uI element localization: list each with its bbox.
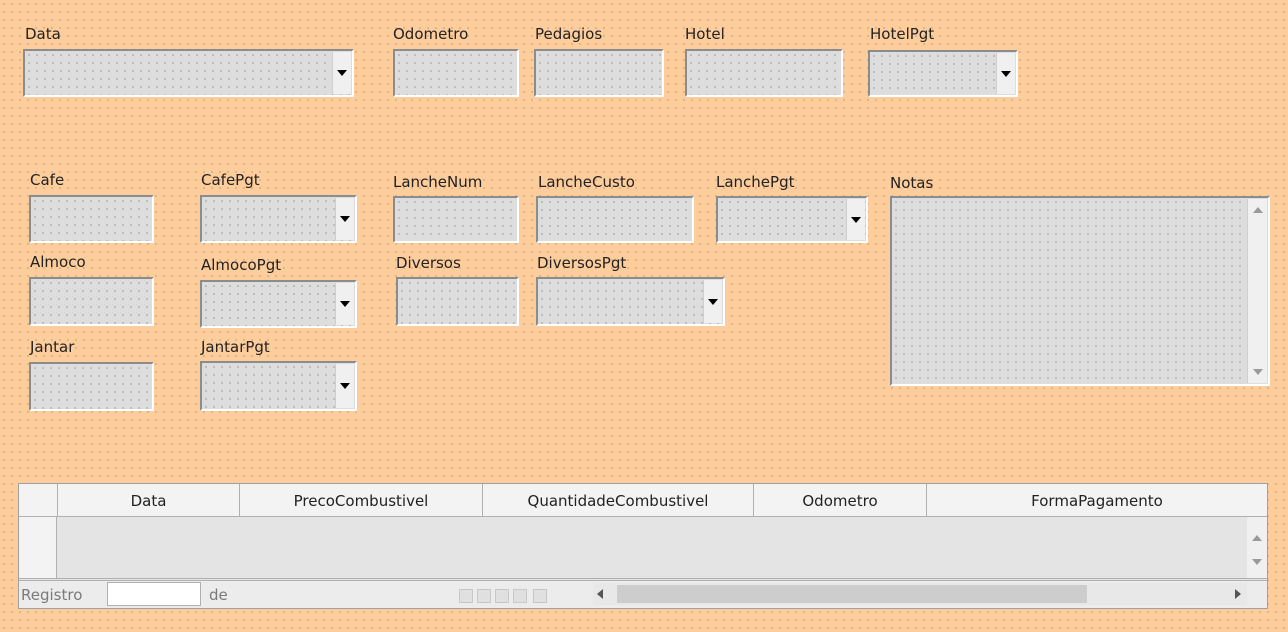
lanchecusto-field[interactable]	[536, 196, 694, 243]
hotel-field[interactable]	[685, 49, 843, 97]
lanchepgt-label: LanchePgt	[716, 173, 795, 191]
column-header-odometro[interactable]: Odometro	[753, 484, 926, 517]
hotelpgt-dropdown-icon[interactable]	[996, 53, 1015, 94]
record-label: Registro	[21, 586, 83, 604]
almocopgt-combobox[interactable]	[200, 280, 357, 328]
cafe-field[interactable]	[29, 195, 154, 243]
record-navigation-bar: Registro de	[19, 580, 1267, 608]
diversos-label: Diversos	[396, 254, 461, 272]
column-header-quantidadecombustivel[interactable]: QuantidadeCombustivel	[482, 484, 753, 517]
notas-textarea[interactable]	[890, 196, 1270, 386]
lanchepgt-dropdown-icon[interactable]	[846, 199, 865, 240]
hotelpgt-combobox[interactable]	[868, 50, 1018, 97]
almocopgt-label: AlmocoPgt	[201, 256, 282, 274]
lanchepgt-combobox[interactable]	[716, 196, 868, 243]
almoco-field[interactable]	[29, 277, 154, 326]
cafepgt-dropdown-icon[interactable]	[335, 198, 354, 240]
jantarpgt-label: JantarPgt	[201, 338, 270, 356]
last-record-icon[interactable]	[513, 589, 527, 603]
scroll-down-icon[interactable]	[1248, 363, 1267, 381]
pedagios-label: Pedagios	[535, 25, 603, 43]
jantar-label: Jantar	[30, 338, 75, 356]
data-label: Data	[25, 25, 61, 43]
horizontal-scroll-thumb[interactable]	[617, 585, 1087, 603]
cafepgt-combobox[interactable]	[200, 195, 357, 243]
scroll-up-icon[interactable]	[1248, 201, 1267, 219]
diversospgt-dropdown-icon[interactable]	[703, 280, 722, 323]
table-scrollbar[interactable]	[1247, 517, 1267, 578]
jantar-field[interactable]	[29, 362, 154, 411]
new-record-icon[interactable]	[533, 589, 547, 603]
column-header-formapagamento[interactable]: FormaPagamento	[926, 484, 1267, 517]
table-header: Data PrecoCombustivel QuantidadeCombusti…	[19, 484, 1267, 517]
hotel-label: Hotel	[685, 25, 725, 43]
lanchenum-label: LancheNum	[393, 173, 483, 191]
odometro-field[interactable]	[393, 49, 519, 97]
row-selector-header[interactable]	[19, 484, 57, 517]
almoco-label: Almoco	[30, 253, 86, 271]
cafe-label: Cafe	[30, 171, 65, 189]
record-number-input[interactable]	[107, 582, 201, 606]
notas-scrollbar[interactable]	[1247, 199, 1267, 383]
lanchecusto-label: LancheCusto	[538, 173, 635, 191]
hotelpgt-label: HotelPgt	[870, 25, 935, 43]
almocopgt-dropdown-icon[interactable]	[335, 283, 354, 325]
diversospgt-combobox[interactable]	[536, 277, 725, 326]
data-combobox[interactable]	[23, 49, 354, 97]
jantarpgt-dropdown-icon[interactable]	[335, 364, 354, 408]
form-canvas: { "top_row": { "data_label": "Data", "od…	[0, 0, 1288, 632]
pedagios-field[interactable]	[534, 49, 664, 97]
cafepgt-label: CafePgt	[201, 171, 260, 189]
diversospgt-label: DiversosPgt	[537, 254, 627, 272]
table-grid[interactable]: Data PrecoCombustivel QuantidadeCombusti…	[18, 483, 1268, 609]
column-header-precocombustivel[interactable]: PrecoCombustivel	[239, 484, 482, 517]
data-dropdown-icon[interactable]	[332, 52, 351, 94]
lanchenum-field[interactable]	[393, 196, 519, 243]
next-record-icon[interactable]	[495, 589, 509, 603]
table-body[interactable]	[19, 517, 1267, 579]
row-selector-column[interactable]	[19, 517, 57, 578]
table-scroll-down-icon[interactable]	[1247, 553, 1266, 571]
of-label: de	[209, 586, 228, 604]
odometro-label: Odometro	[393, 25, 469, 43]
jantarpgt-combobox[interactable]	[200, 361, 357, 411]
scroll-left-icon[interactable]	[597, 589, 603, 599]
first-record-icon[interactable]	[459, 589, 473, 603]
scroll-right-icon[interactable]	[1235, 589, 1241, 599]
horizontal-scrollbar[interactable]	[593, 583, 1247, 605]
table-scroll-up-icon[interactable]	[1247, 529, 1266, 547]
diversos-field[interactable]	[396, 277, 519, 326]
previous-record-icon[interactable]	[477, 589, 491, 603]
notas-label: Notas	[890, 174, 934, 192]
column-header-data[interactable]: Data	[57, 484, 239, 517]
